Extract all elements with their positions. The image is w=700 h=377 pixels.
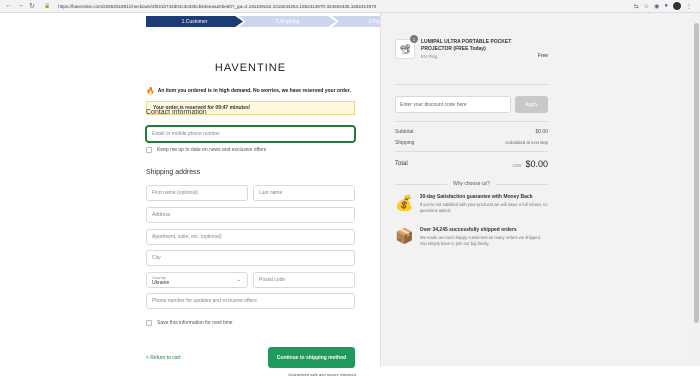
feature-shipped-orders: 📦 Over 34,245 successfully shipped order… xyxy=(395,227,548,247)
store-logo[interactable]: HAVENTINE xyxy=(146,62,355,74)
currency-code: USD xyxy=(512,163,522,168)
scrollbar-thumb[interactable] xyxy=(694,23,699,323)
menu-icon[interactable]: ⋮ xyxy=(686,3,692,10)
country-value: Ukraine xyxy=(152,279,170,286)
extension-icon[interactable]: ◉ xyxy=(654,3,659,10)
step-customer[interactable]: 1.Customer xyxy=(146,16,243,27)
money-hand-icon: 💰 xyxy=(395,195,414,212)
phone-field[interactable]: Phone number for updates and exclusive o… xyxy=(146,293,355,309)
browser-toolbar: ← → ↻ 🔒 https://haventine.com/2265251891… xyxy=(0,0,700,13)
shipping-label: Shipping xyxy=(395,140,415,146)
forward-arrow-icon[interactable]: → xyxy=(17,2,24,10)
divider xyxy=(395,84,548,85)
avatar[interactable] xyxy=(673,2,681,10)
quantity-badge: 1 xyxy=(410,35,418,43)
newsletter-checkbox[interactable] xyxy=(146,147,152,153)
demand-text: An item you ordered is in high demand. N… xyxy=(157,88,351,94)
scrollbar[interactable] xyxy=(693,13,700,366)
apply-button[interactable]: Apply xyxy=(515,96,548,113)
apartment-field[interactable]: Apartment, suite, etc. (optional) xyxy=(146,229,355,245)
star-icon[interactable]: ☆ xyxy=(644,3,649,10)
shipping-value: Calculated at next step xyxy=(505,140,548,145)
product-price: Free xyxy=(537,53,548,59)
back-arrow-icon[interactable]: ← xyxy=(5,2,12,10)
save-info-checkbox-row[interactable]: Save this information for next time xyxy=(146,320,233,326)
first-name-field[interactable]: First name (optional) xyxy=(146,185,248,201)
total-row: Total USD $0.00 xyxy=(395,159,548,169)
secure-checkout-note: Guaranteed safe and secure checkout xyxy=(288,372,356,377)
step-shipping[interactable]: 2.Shipping xyxy=(239,16,336,27)
divider xyxy=(395,151,548,152)
postal-code-field[interactable]: Postal code xyxy=(253,272,355,288)
browser-extensions: ⇆ ☆ ◉ ● ⋮ xyxy=(634,2,700,10)
country-select[interactable]: Country Ukraine ⌄ xyxy=(146,272,248,288)
product-thumbnail: 📽 1 xyxy=(395,35,418,59)
package-box-icon: 📦 xyxy=(395,228,414,245)
last-name-field[interactable]: Last name xyxy=(253,185,355,201)
address-field[interactable]: Address xyxy=(146,207,355,223)
newsletter-label: Keep me up to date on news and exclusive… xyxy=(157,147,267,153)
browser-nav: ← → ↻ xyxy=(0,2,44,10)
chevron-down-icon: ⌄ xyxy=(236,277,241,283)
feature-description: We made as much happy customers as many … xyxy=(419,235,542,247)
shipping-row: Shipping Calculated at next step xyxy=(395,140,548,146)
fire-icon: 🔥 xyxy=(146,88,155,95)
newsletter-checkbox-row[interactable]: Keep me up to date on news and exclusive… xyxy=(146,147,266,153)
projector-icon: 📽 xyxy=(399,43,411,54)
return-to-cart-link[interactable]: < Return to cart xyxy=(146,355,181,361)
reload-icon[interactable]: ↻ xyxy=(29,2,35,10)
subtotal-row: Subtotal $0.00 xyxy=(395,129,548,135)
feature-title: Over 34,245 successfully shipped orders xyxy=(419,227,517,233)
product-line: 📽 1 LUMIPAL ULTRA PORTABLE POCKET PROJEC… xyxy=(395,35,548,59)
extension-badge-icon[interactable]: ● xyxy=(664,3,668,9)
divider xyxy=(395,121,548,122)
feature-money-back: 💰 30-day Satisfaction guarantee with Mon… xyxy=(395,194,548,214)
subtotal-value: $0.00 xyxy=(535,129,548,135)
total-amount: USD $0.00 xyxy=(512,159,548,169)
product-name: LUMIPAL ULTRA PORTABLE POCKET PROJECTOR … xyxy=(421,39,512,52)
total-value: $0.00 xyxy=(525,159,548,169)
feature-description: If you're not satisfied with your produc… xyxy=(419,202,548,214)
checkout-main: 1.Customer 2.Shipping 3.Payment HAVENTIN… xyxy=(0,13,429,377)
save-info-checkbox[interactable] xyxy=(146,320,152,326)
city-field[interactable]: City xyxy=(146,250,355,266)
save-info-label: Save this information for next time xyxy=(157,320,233,326)
product-variant: EU Plug xyxy=(421,53,438,59)
subtotal-label: Subtotal xyxy=(395,129,414,135)
demand-notice: 🔥 An item you ordered is in high demand.… xyxy=(146,87,351,95)
discount-code-input[interactable]: Enter your discount code here xyxy=(395,96,511,113)
why-choose-us-title: Why choose us? xyxy=(447,181,496,187)
feature-title: 30-day Satisfaction guarantee with Money… xyxy=(419,194,533,200)
email-field[interactable]: Email or mobile phone number xyxy=(146,126,355,142)
continue-button[interactable]: Continue to shipping method xyxy=(268,347,355,368)
contact-title: Contact information xyxy=(146,109,207,116)
total-label: Total xyxy=(395,161,408,167)
translate-icon[interactable]: ⇆ xyxy=(634,3,639,10)
order-summary xyxy=(380,13,700,366)
shipping-title: Shipping address xyxy=(146,169,201,176)
address-bar[interactable]: https://haventine.com/2265251891/checkou… xyxy=(50,4,633,9)
